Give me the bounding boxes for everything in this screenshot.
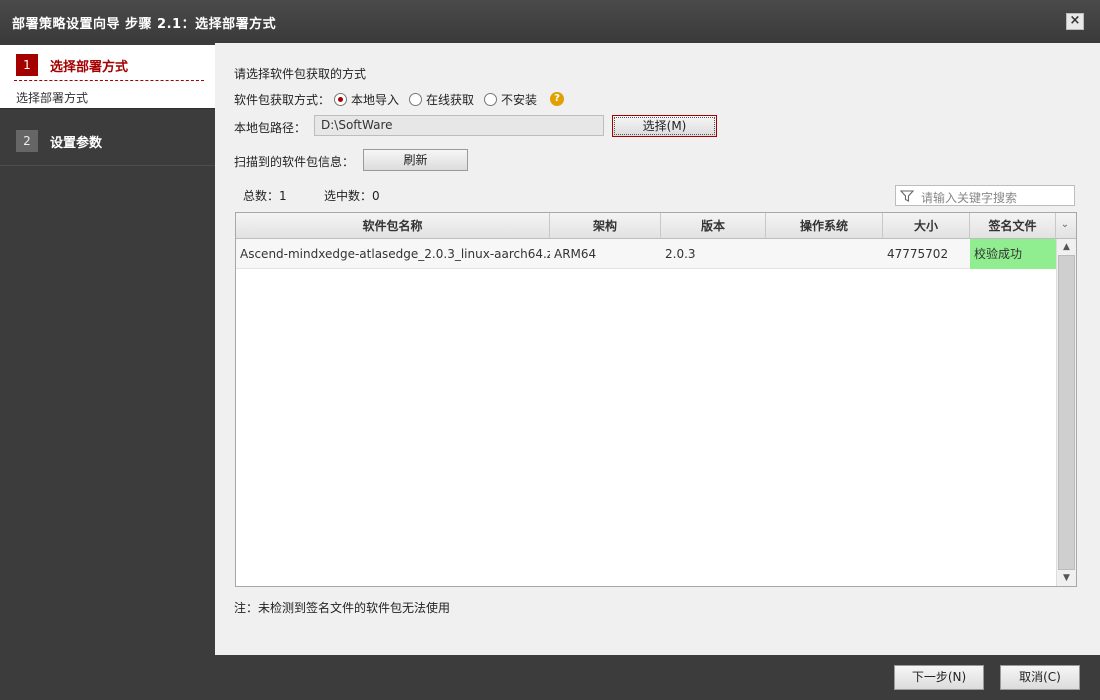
cell-size: 47775702: [887, 247, 949, 261]
radio-checked-icon: [334, 92, 348, 106]
radio-online-fetch-label: 在线获取: [426, 92, 475, 107]
radio-local-import[interactable]: 本地导入: [334, 91, 399, 108]
radio-local-import-label: 本地导入: [351, 92, 400, 107]
col-header-size[interactable]: 大小: [883, 213, 970, 239]
close-button[interactable]: ×: [1066, 13, 1084, 30]
select-button-label: 选择(M): [614, 117, 715, 135]
col-header-os[interactable]: 操作系统: [766, 213, 883, 239]
cell-os: [766, 239, 883, 269]
main-panel: 请选择软件包获取的方式 软件包获取方式： 本地导入 在线获取 不安装 ? 本地包…: [215, 43, 1100, 655]
radio-no-install-label: 不安装: [501, 92, 538, 107]
step-1-label: 选择部署方式: [50, 60, 129, 75]
sidebar-step-2[interactable]: 2 设置参数: [0, 108, 215, 166]
col-header-signature[interactable]: 签名文件: [970, 213, 1056, 239]
selected-count: 选中数：0: [324, 189, 380, 203]
search-placeholder: 请输入关键字搜索: [921, 191, 1018, 205]
vertical-scrollbar[interactable]: ▲ ▼: [1056, 239, 1076, 586]
wizard-sidebar: 1 选择部署方式 选择部署方式 2 设置参数: [0, 43, 215, 655]
question-icon[interactable]: ?: [550, 92, 565, 106]
method-row: 软件包获取方式： 本地导入 在线获取 不安装 ?: [234, 90, 565, 108]
local-path-field[interactable]: D:\SoftWare: [314, 115, 604, 136]
instruction-text: 请选择软件包获取的方式: [234, 67, 367, 81]
cell-name: Ascend-mindxedge-atlasedge_2.0.3_linux-a…: [240, 247, 550, 261]
window-title: 部署策略设置向导 步骤 2.1：选择部署方式: [12, 17, 277, 32]
next-button[interactable]: 下一步(N): [894, 665, 984, 690]
select-button[interactable]: 选择(M): [612, 115, 717, 137]
radio-no-install[interactable]: 不安装: [484, 91, 537, 108]
table-row[interactable]: Ascend-mindxedge-atlasedge_2.0.3_linux-a…: [236, 239, 1056, 269]
column-menu-icon[interactable]: ⌄: [1058, 217, 1072, 233]
package-table: 软件包名称 架构 版本 操作系统 大小 签名文件 ⌄ Ascend-mindxe…: [235, 212, 1077, 587]
search-input[interactable]: 请输入关键字搜索: [895, 185, 1075, 206]
table-header: 软件包名称 架构 版本 操作系统 大小 签名文件 ⌄: [236, 213, 1076, 239]
cell-version: 2.0.3: [665, 247, 696, 261]
cancel-button[interactable]: 取消(C): [1000, 665, 1080, 690]
method-label: 软件包获取方式：: [234, 92, 331, 107]
title-bar: 部署策略设置向导 步骤 2.1：选择部署方式 ×: [0, 0, 1100, 43]
total-count: 总数：1: [243, 189, 287, 203]
scroll-up-icon[interactable]: ▲: [1057, 239, 1076, 255]
cell-signature-status: 校验成功: [970, 239, 1056, 269]
footnote: 注：未检测到签名文件的软件包无法使用: [234, 601, 451, 615]
scan-label: 扫描到的软件包信息：: [234, 155, 355, 169]
cell-arch: ARM64: [554, 247, 597, 261]
step-1-sub-item[interactable]: 选择部署方式: [16, 89, 88, 106]
scroll-down-icon[interactable]: ▼: [1057, 570, 1076, 586]
sidebar-step-1[interactable]: 1 选择部署方式 选择部署方式: [0, 45, 215, 108]
col-header-arch[interactable]: 架构: [550, 213, 661, 239]
scroll-thumb[interactable]: [1058, 255, 1075, 570]
step-1-number: 1: [16, 54, 38, 76]
radio-online-fetch[interactable]: 在线获取: [409, 91, 474, 108]
path-label: 本地包路径：: [234, 121, 307, 135]
step-2-number: 2: [16, 130, 38, 152]
filter-icon: [900, 190, 914, 202]
step-2-label: 设置参数: [50, 136, 103, 151]
col-header-name[interactable]: 软件包名称: [236, 213, 550, 239]
step-divider: [14, 80, 204, 81]
radio-unchecked-icon: [409, 92, 423, 106]
radio-unchecked-icon: [484, 92, 498, 106]
col-header-version[interactable]: 版本: [661, 213, 766, 239]
refresh-button[interactable]: 刷新: [363, 149, 468, 171]
dialog-footer: 下一步(N) 取消(C): [0, 655, 1100, 700]
